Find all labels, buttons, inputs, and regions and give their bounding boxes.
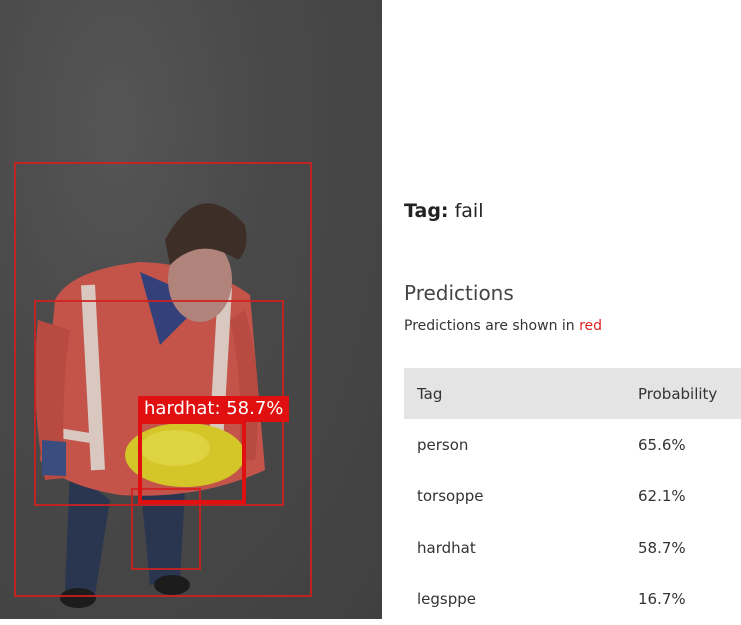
table-row: torsoppe 62.1% bbox=[404, 471, 741, 523]
tag-line: Tag: fail bbox=[404, 200, 483, 222]
table-row: legsppe 16.7% bbox=[404, 574, 741, 625]
row-probability: 58.7% bbox=[638, 522, 741, 574]
column-header-tag: Tag bbox=[404, 368, 638, 419]
row-probability: 62.1% bbox=[638, 471, 741, 523]
predictions-subtitle-color-word: red bbox=[579, 318, 602, 334]
hardhat-detection-label: hardhat: 58.7% bbox=[138, 396, 289, 422]
hardhat-bounding-box bbox=[138, 420, 246, 504]
row-probability: 16.7% bbox=[638, 574, 741, 625]
table-row: hardhat 58.7% bbox=[404, 522, 741, 574]
table-header-row: Tag Probability bbox=[404, 368, 741, 419]
column-header-probability: Probability bbox=[638, 368, 741, 419]
row-tag: legsppe bbox=[404, 574, 638, 625]
details-panel: Tag: fail Predictions Predictions are sh… bbox=[382, 0, 741, 619]
row-tag: torsoppe bbox=[404, 471, 638, 523]
row-tag: person bbox=[404, 419, 638, 471]
table-row: person 65.6% bbox=[404, 419, 741, 471]
predictions-subtitle: Predictions are shown in red bbox=[404, 318, 602, 334]
tag-value: fail bbox=[455, 200, 484, 222]
row-tag: hardhat bbox=[404, 522, 638, 574]
tag-key: Tag: bbox=[404, 200, 449, 222]
predictions-heading: Predictions bbox=[404, 281, 514, 305]
predictions-table: Tag Probability person 65.6% torsoppe 62… bbox=[404, 368, 741, 625]
row-probability: 65.6% bbox=[638, 419, 741, 471]
detection-image: hardhat: 58.7% bbox=[0, 0, 382, 619]
predictions-subtitle-text: Predictions are shown in bbox=[404, 318, 575, 334]
